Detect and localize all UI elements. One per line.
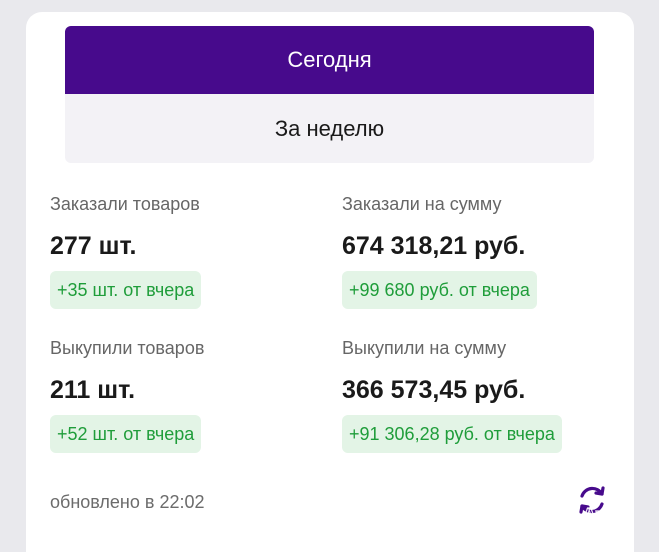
refresh-icon[interactable]	[574, 482, 610, 518]
stat-delta-badge: +99 680 руб. от вчера	[342, 271, 537, 309]
updated-timestamp: обновлено в 22:02	[50, 492, 205, 512]
stat-value: 366 573,45 руб.	[342, 376, 526, 404]
stat-redeemed-sum: Выкупили на сумму 366 573,45 руб. +91 30…	[342, 337, 622, 453]
stat-value: 211 шт.	[50, 376, 136, 404]
stat-ordered-items: Заказали товаров 277 шт. +35 шт. от вчер…	[50, 193, 330, 309]
stat-redeemed-items: Выкупили товаров 211 шт. +52 шт. от вчер…	[50, 337, 330, 453]
stat-ordered-sum: Заказали на сумму 674 318,21 руб. +99 68…	[342, 193, 622, 309]
tab-today-label: Сегодня	[287, 47, 372, 72]
stat-delta-badge: +35 шт. от вчера	[50, 271, 202, 309]
tab-week-label: За неделю	[274, 115, 385, 141]
stat-label: Выкупили на сумму	[342, 338, 507, 358]
stats-card: Сегодня За неделю Заказали товаров 277 ш…	[26, 12, 634, 552]
stat-value: 674 318,21 руб.	[342, 232, 526, 260]
period-switch: Сегодня За неделю	[65, 26, 594, 163]
stat-label: Заказали товаров	[50, 194, 200, 214]
stat-label: Заказали на сумму	[342, 194, 502, 214]
stat-value: 277 шт.	[50, 232, 137, 260]
tab-week[interactable]: За неделю	[65, 94, 594, 163]
stat-delta-badge: +52 шт. от вчера	[50, 415, 202, 453]
stat-label: Выкупили товаров	[50, 338, 205, 358]
tab-today[interactable]: Сегодня	[65, 26, 594, 94]
stat-delta-badge: +91 306,28 руб. от вчера	[342, 415, 562, 453]
